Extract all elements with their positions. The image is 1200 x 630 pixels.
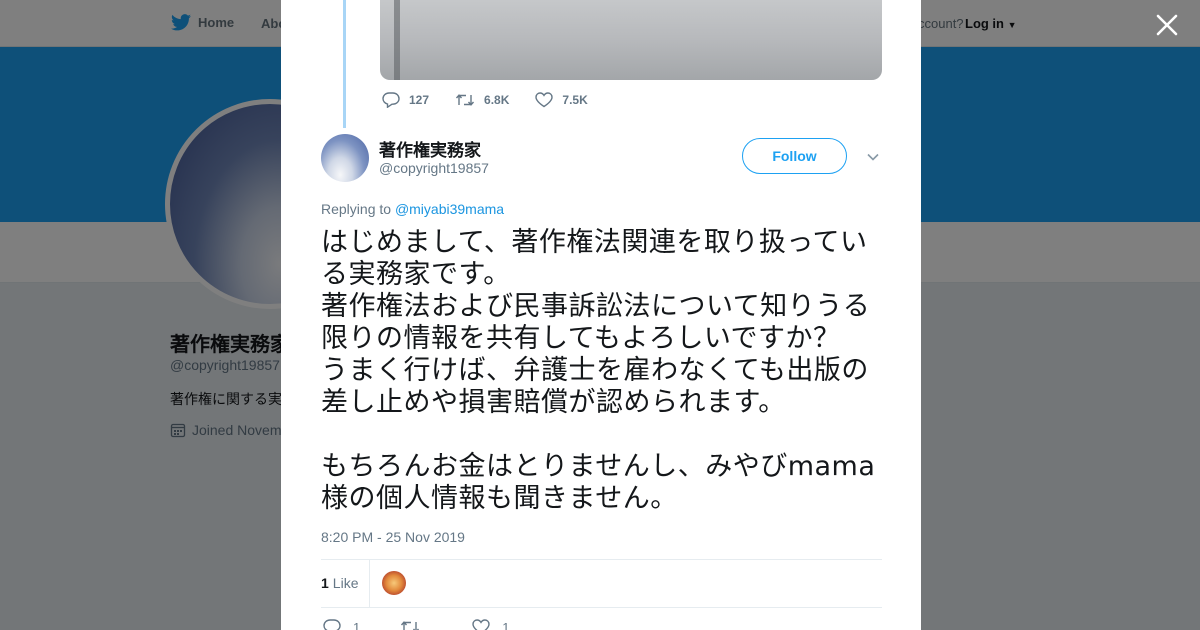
retweet-icon bbox=[456, 94, 475, 106]
close-icon[interactable] bbox=[1154, 12, 1180, 38]
chevron-down-icon[interactable] bbox=[865, 149, 881, 165]
author-handle[interactable]: @copyright19857 bbox=[379, 160, 489, 176]
previous-tweet-media[interactable] bbox=[380, 0, 882, 80]
like-count: 1 bbox=[321, 575, 329, 591]
heart-icon bbox=[535, 92, 554, 108]
tweet-stats: 1 Like bbox=[321, 559, 882, 608]
tweet-modal: 127 6.8K 7.5K 著作権実務家 @copyright19857 Fol… bbox=[281, 0, 921, 630]
author-avatar[interactable] bbox=[321, 134, 369, 182]
author-name[interactable]: 著作権実務家 bbox=[379, 136, 481, 161]
replying-prefix: Replying to bbox=[321, 201, 392, 217]
previous-retweet-count: 6.8K bbox=[484, 93, 510, 107]
previous-retweet-button[interactable]: 6.8K bbox=[455, 92, 509, 108]
liker-avatar[interactable] bbox=[382, 571, 406, 595]
stats-divider bbox=[369, 560, 370, 607]
like-stat[interactable]: 1 Like bbox=[321, 575, 358, 591]
reply-count: 1 bbox=[353, 619, 361, 630]
reply-icon bbox=[382, 92, 400, 108]
tweet-actions: 1 1 bbox=[323, 619, 549, 630]
previous-like-button[interactable]: 7.5K bbox=[535, 92, 588, 108]
like-label: Like bbox=[332, 575, 359, 591]
previous-reply-count: 127 bbox=[409, 93, 430, 107]
like-action-count: 1 bbox=[502, 619, 510, 630]
retweet-icon bbox=[401, 621, 420, 630]
follow-button[interactable]: Follow bbox=[742, 138, 847, 174]
tweet-timestamp[interactable]: 8:20 PM - 25 Nov 2019 bbox=[321, 529, 465, 545]
tweet-text: はじめまして、著作権法関連を取り扱ってい る実務家です。 著作権法および民事訴訟… bbox=[321, 227, 876, 514]
previous-like-count: 7.5K bbox=[562, 93, 588, 107]
retweet-button[interactable] bbox=[400, 619, 432, 630]
previous-tweet-actions: 127 6.8K 7.5K bbox=[382, 92, 614, 108]
thread-line bbox=[343, 0, 346, 128]
replying-to: Replying to @miyabi39mama bbox=[321, 201, 504, 217]
previous-reply-button[interactable]: 127 bbox=[382, 92, 429, 108]
like-button[interactable]: 1 bbox=[472, 619, 509, 630]
media-edge bbox=[394, 0, 400, 80]
reply-icon bbox=[323, 619, 341, 630]
replying-to-link[interactable]: @miyabi39mama bbox=[395, 201, 504, 217]
reply-button[interactable]: 1 bbox=[323, 619, 360, 630]
heart-icon bbox=[472, 619, 490, 630]
